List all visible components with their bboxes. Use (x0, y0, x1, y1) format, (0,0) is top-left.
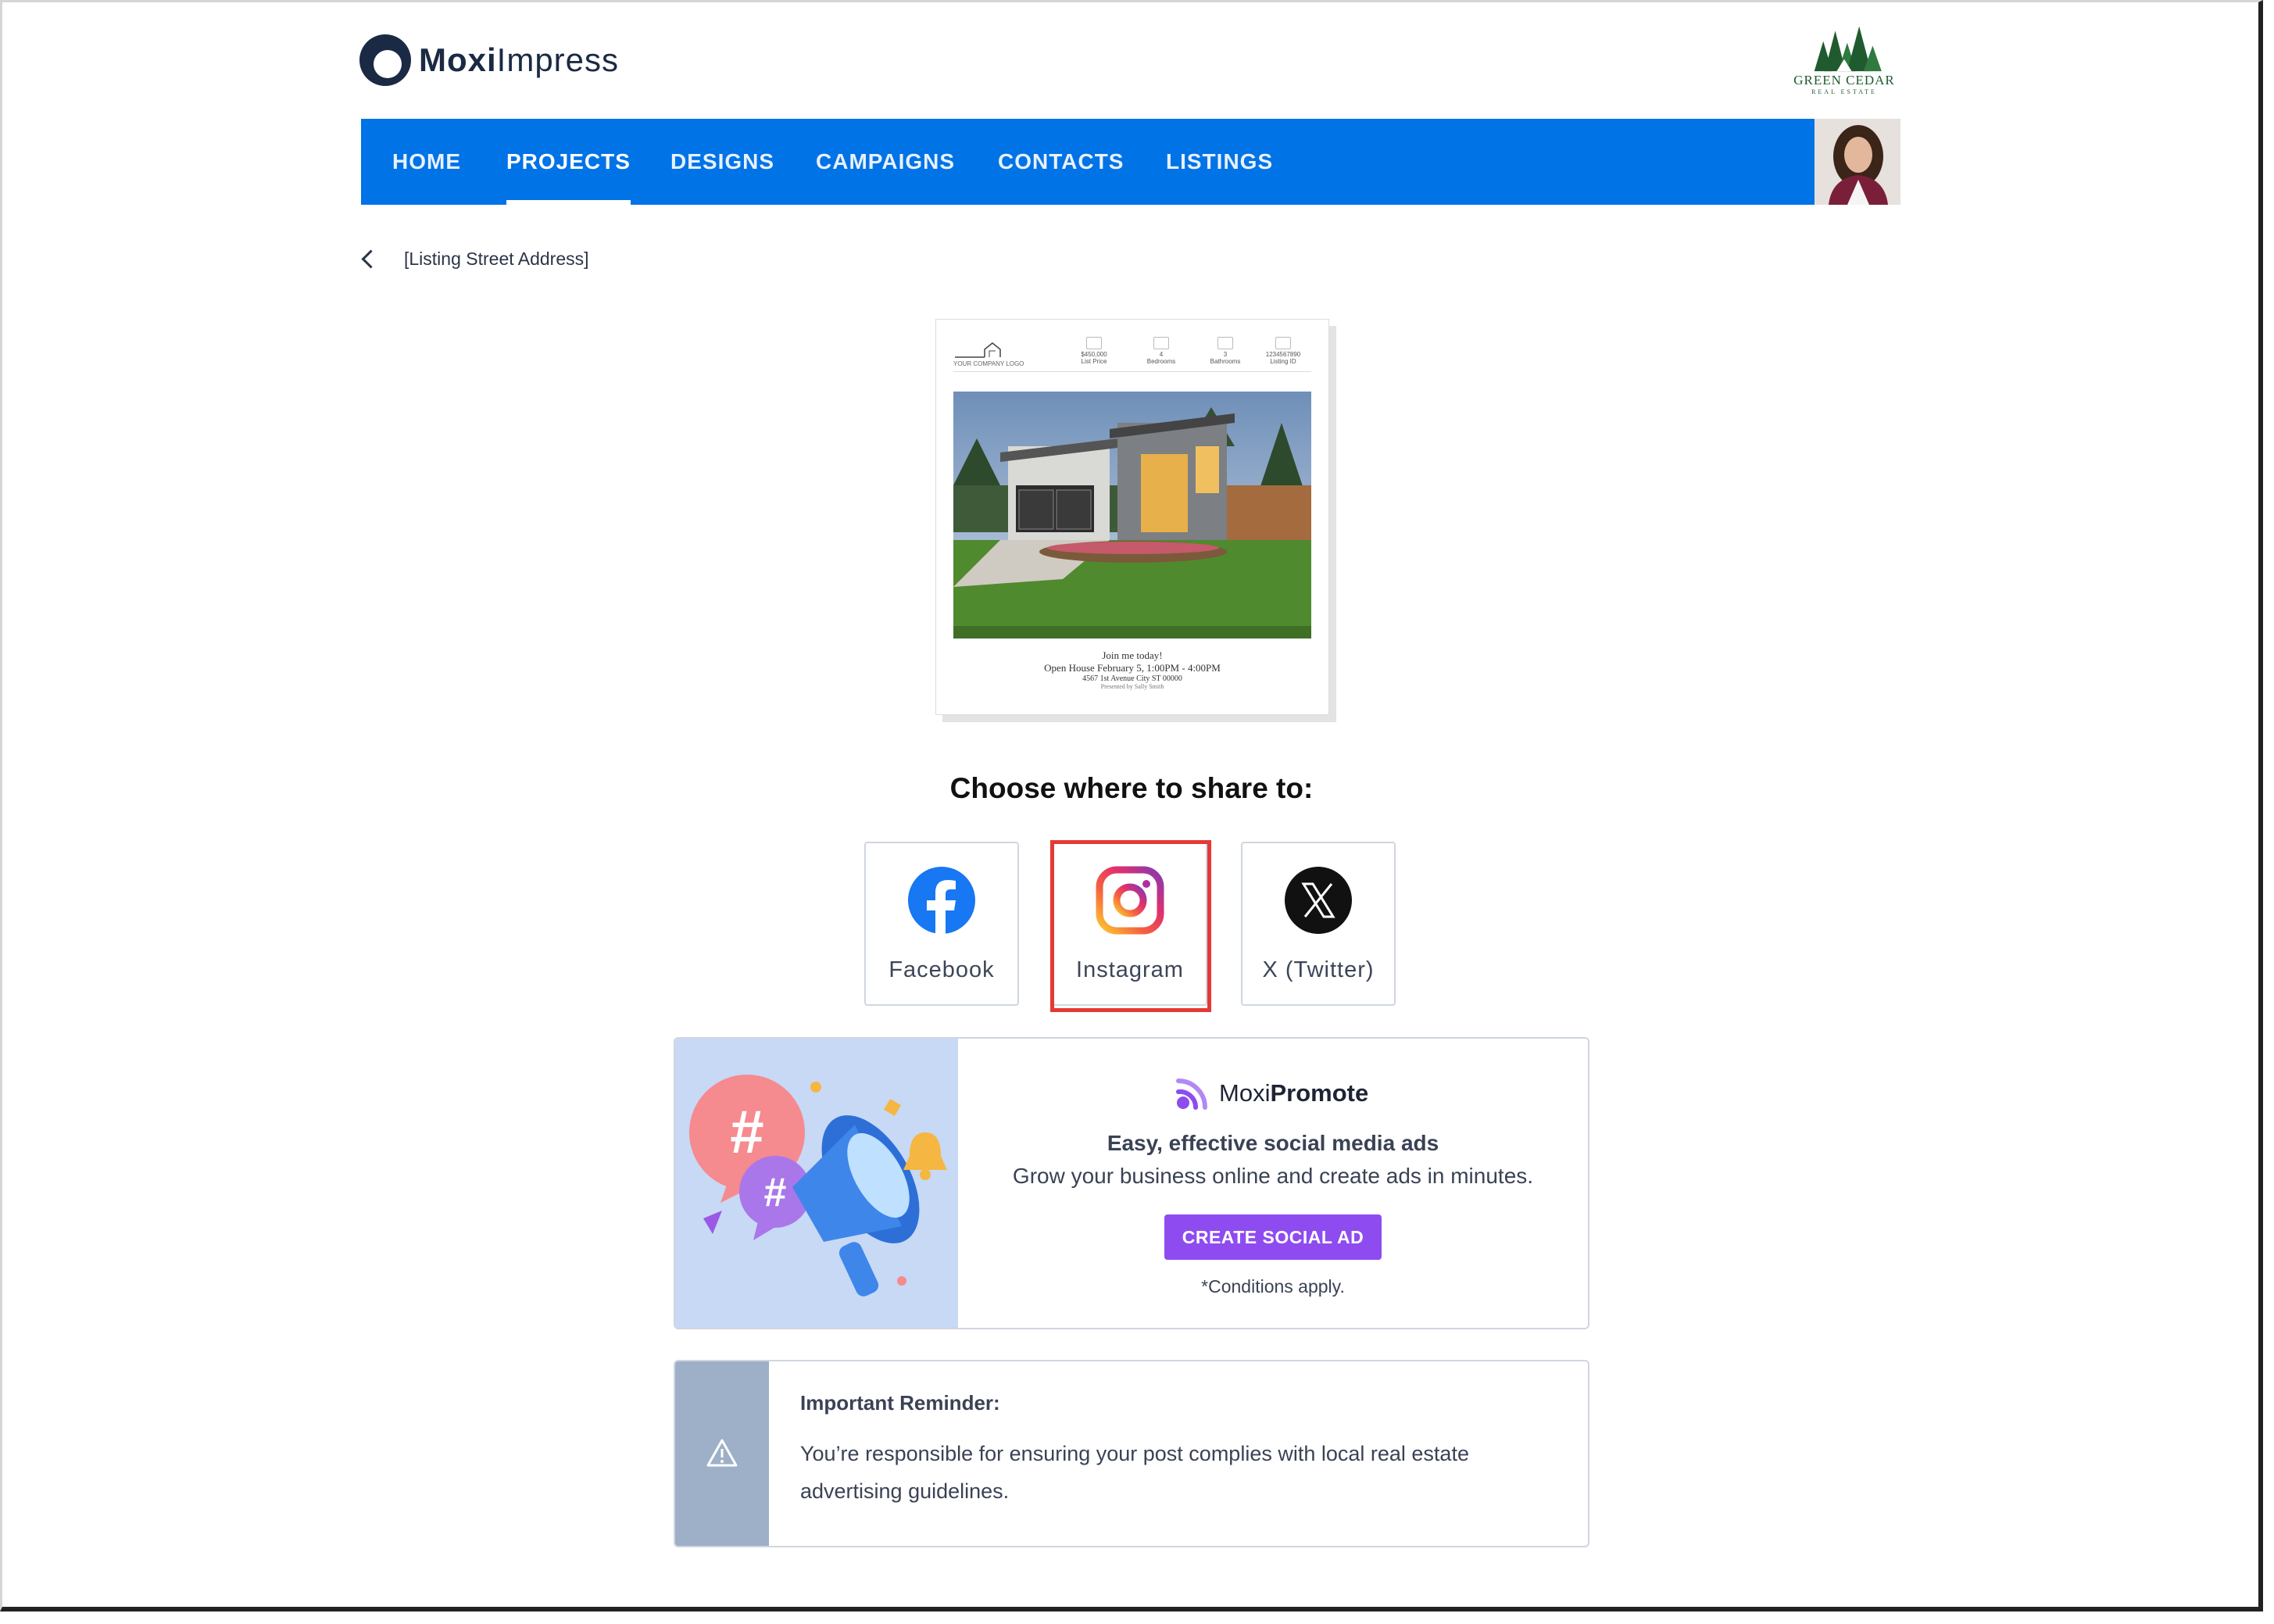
reminder-title: Important Reminder: (800, 1391, 1000, 1415)
share-title: Choose where to share to: (949, 772, 1314, 804)
nav-projects[interactable]: PROJECTS (506, 119, 631, 205)
flyer-stat: 1234567890 Listing ID (1252, 337, 1314, 365)
share-x-twitter-button[interactable]: X (Twitter) (1241, 842, 1396, 1006)
green-cedar-brand-logo: GREEN CEDAR REAL ESTATE (1790, 20, 1899, 95)
company-logo-text: YOUR COMPANY LOGO (953, 360, 1024, 367)
flyer-text: Join me today! Open House February 5, 1:… (936, 649, 1328, 690)
create-social-ad-button[interactable]: CREATE SOCIAL AD (1164, 1214, 1382, 1260)
share-facebook-button[interactable]: Facebook (864, 842, 1019, 1006)
moxipromote-text-bold: Promote (1270, 1079, 1369, 1107)
promo-conditions: *Conditions apply. (1201, 1276, 1345, 1297)
facebook-label: Facebook (889, 957, 995, 982)
important-reminder: Important Reminder: You’re responsible f… (674, 1360, 1589, 1547)
flyer-stat: 4 Bedrooms (1130, 337, 1192, 365)
x-twitter-label: X (Twitter) (1262, 957, 1375, 982)
x-twitter-icon (1285, 867, 1352, 934)
reminder-sidebar (675, 1361, 769, 1546)
moxipromote-logo: Moxi Promote (1172, 1075, 1368, 1112)
house-logo-icon (955, 342, 1001, 358)
flyer-stat: $450,000 List Price (1063, 337, 1125, 365)
moxiimpress-logo[interactable]: MoxiImpress (359, 33, 619, 88)
svg-text:#: # (730, 1097, 763, 1166)
nav-campaigns[interactable]: CAMPAIGNS (816, 119, 955, 205)
moxipromote-icon (1176, 1078, 1207, 1110)
company-logo-placeholder: YOUR COMPANY LOGO (953, 340, 1039, 367)
facebook-icon (908, 867, 975, 935)
brand-name: GREEN CEDAR (1793, 73, 1895, 88)
main-nav: HOME PROJECTS DESIGNS CAMPAIGNS CONTACTS… (361, 119, 2067, 340)
nav-designs[interactable]: DESIGNS (670, 119, 774, 205)
breadcrumb-label: [Listing Street Address] (404, 249, 589, 269)
flyer-preview: YOUR COMPANY LOGO $450,000 List Price 4 Be… (935, 319, 1329, 715)
svg-text:#: # (764, 1170, 787, 1215)
flyer-line-2: Open House February 5, 1:00PM - 4:00PM (1044, 662, 1221, 674)
caret-down-icon (2022, 331, 2038, 340)
breadcrumb[interactable]: [Listing Street Address] (361, 249, 589, 270)
promo-text: Grow your business online and create ads… (1012, 1164, 1534, 1188)
logo-text: MoxiImpress (419, 41, 620, 78)
flyer-line-1: Join me today! (1102, 649, 1163, 661)
user-name: Robin Smith (2010, 149, 2068, 259)
nav-contacts[interactable]: CONTACTS (998, 119, 1124, 205)
avatar[interactable] (1815, 119, 1900, 205)
user-menu[interactable]: Robin Smith (2010, 119, 2067, 340)
instagram-highlight-box (1050, 840, 1211, 1012)
moxipromote-text-light: Moxi (1219, 1079, 1271, 1107)
house-photo (953, 392, 1311, 639)
nav-listings[interactable]: LISTINGS (1166, 119, 1273, 205)
flyer-line-3: 4567 1st Avenue City ST 00000 (1082, 674, 1182, 683)
reminder-body: You’re responsible for ensuring your pos… (800, 1442, 1469, 1503)
moxi-logo-icon (359, 34, 411, 86)
warning-icon (706, 1439, 738, 1467)
moxipromote-card: # # Moxi Promote Easy, effective social … (674, 1037, 1589, 1329)
promo-heading: Easy, effective social media ads (1107, 1131, 1439, 1155)
brand-subtitle: REAL ESTATE (1811, 88, 1877, 95)
megaphone-illustration: # # (675, 1039, 958, 1328)
chevron-left-icon (361, 249, 381, 269)
trees-icon (1814, 26, 1882, 72)
nav-home[interactable]: HOME (392, 119, 461, 205)
flyer-header: YOUR COMPANY LOGO $450,000 List Price 4 Be… (953, 337, 1311, 372)
flyer-line-4: Presented by Sally Smith (1100, 683, 1164, 690)
flyer-stat: 3 Bathrooms (1194, 337, 1257, 365)
